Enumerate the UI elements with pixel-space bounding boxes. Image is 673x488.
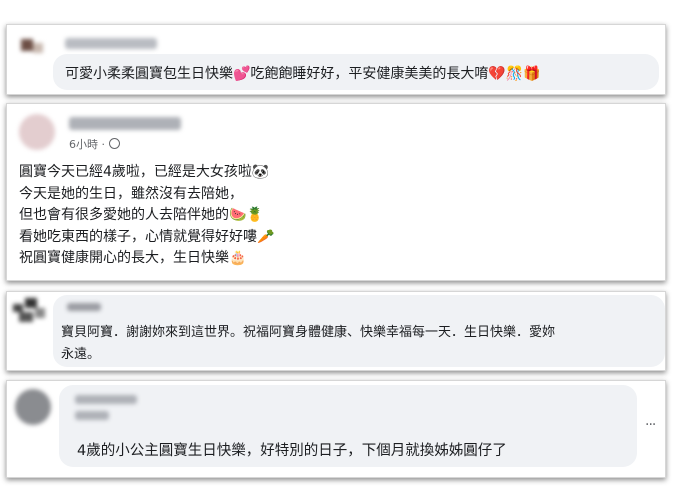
comment-text-line: 寶貝阿寶．謝謝妳來到這世界。祝福阿寶身體健康、快樂幸福每一天．生日快樂．愛妳 [61, 325, 556, 340]
avatar [13, 298, 47, 326]
post-body: 圓寶今天已經4歲啦，已經是大女孩啦🐼 今天是她的生日，雖然沒有去陪她， 但也會有… [19, 162, 274, 270]
post-meta: 6小時 · [69, 136, 120, 152]
comment-card-1: 可愛小柔柔圓寶包生日快樂💕吃飽飽睡好好，平安健康美美的長大唷💔🎊🎁 [6, 24, 666, 95]
post-line: 祝圓寶健康開心的長大，生日快樂🎂 [19, 250, 247, 266]
comment-text: 4歲的小公主圓寶生日快樂，好特別的日子，下個月就換姊姊圓仔了 [77, 443, 507, 459]
post-line: 看她吃東西的樣子，心情就覺得好好嘍🥕 [19, 228, 275, 245]
avatar [21, 39, 43, 55]
comment-card-4: 4歲的小公主圓寶生日快樂，好特別的日子，下個月就換姊姊圓仔了 ··· [6, 380, 666, 478]
commenter-name-redacted [65, 38, 157, 49]
post-time[interactable]: 6小時 [69, 138, 98, 151]
commenter-name-redacted [67, 303, 101, 311]
commenter-name-redacted [75, 411, 109, 420]
meta-separator: · [101, 138, 106, 151]
comment-bubble: 寶貝阿寶．謝謝妳來到這世界。祝福阿寶身體健康、快樂幸福每一天．生日快樂．愛妳 永… [53, 295, 665, 367]
comment-bubble: 4歲的小公主圓寶生日快樂，好特別的日子，下個月就換姊姊圓仔了 [59, 385, 637, 467]
comment-text: 可愛小柔柔圓寶包生日快樂💕吃飽飽睡好好，平安健康美美的長大唷💔🎊🎁 [65, 66, 541, 82]
commenter-name-redacted [75, 395, 137, 404]
more-options-icon[interactable]: ··· [645, 417, 656, 433]
post-line: 但也會有很多愛她的人去陪伴她的🍉🍍 [19, 207, 264, 223]
post-card: 6小時 · 圓寶今天已經4歲啦，已經是大女孩啦🐼 今天是她的生日，雖然沒有去陪她… [6, 103, 666, 281]
avatar [19, 114, 55, 150]
comment-card-3: 寶貝阿寶．謝謝妳來到這世界。祝福阿寶身體健康、快樂幸福每一天．生日快樂．愛妳 永… [6, 291, 666, 371]
post-line: 圓寶今天已經4歲啦，已經是大女孩啦🐼 [19, 164, 270, 180]
poster-name-redacted [69, 117, 181, 130]
comment-bubble: 可愛小柔柔圓寶包生日快樂💕吃飽飽睡好好，平安健康美美的長大唷💔🎊🎁 [53, 54, 659, 90]
post-line: 今天是她的生日，雖然沒有去陪她， [19, 185, 243, 202]
avatar [15, 389, 51, 425]
comment-text-line: 永遠。 [61, 347, 101, 362]
globe-icon [108, 138, 120, 149]
